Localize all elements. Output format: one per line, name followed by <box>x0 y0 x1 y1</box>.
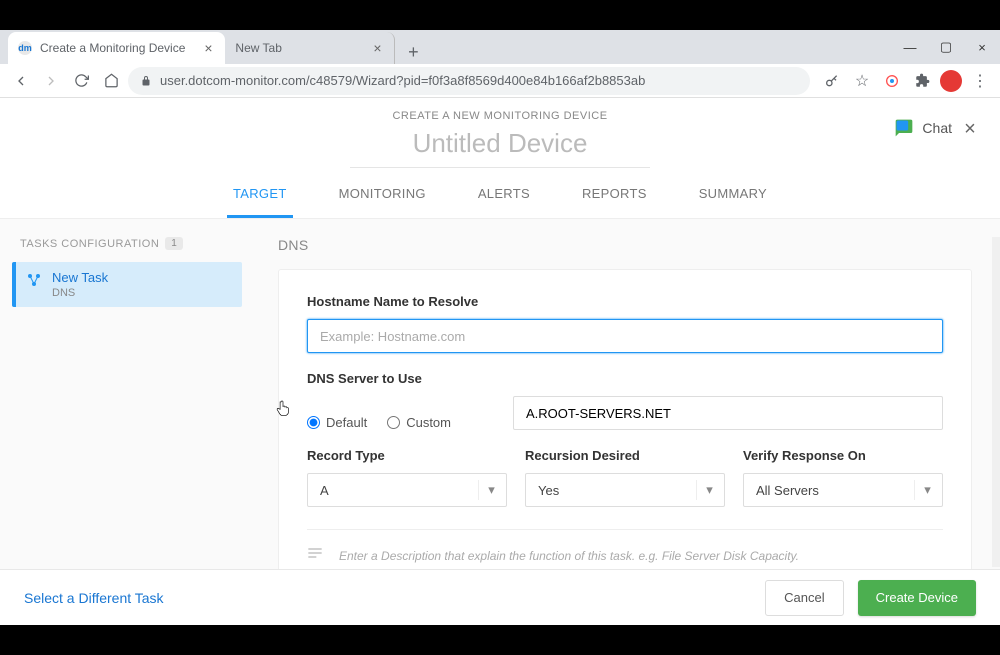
radio-custom[interactable]: Custom <box>387 415 451 430</box>
verify-value: All Servers <box>756 483 819 498</box>
recursion-label: Recursion Desired <box>525 448 725 463</box>
section-title: DNS <box>278 237 972 253</box>
chevron-down-icon: ▾ <box>914 480 934 500</box>
tab-monitoring[interactable]: MONITORING <box>333 186 432 218</box>
tab-target[interactable]: TARGET <box>227 186 293 218</box>
tab-favicon: dm <box>18 41 32 55</box>
chat-label: Chat <box>922 120 952 136</box>
chat-icon <box>894 118 914 138</box>
chat-button[interactable]: Chat <box>894 118 952 138</box>
sidebar-item-new-task[interactable]: New Task DNS <box>12 262 242 307</box>
profile-icon[interactable] <box>940 70 962 92</box>
recursion-select[interactable]: Yes ▾ <box>525 473 725 507</box>
browser-address-bar: user.dotcom-monitor.com/c48579/Wizard?pi… <box>0 64 1000 98</box>
url-text: user.dotcom-monitor.com/c48579/Wizard?pi… <box>160 73 645 88</box>
hostname-input[interactable] <box>307 319 943 353</box>
new-tab-button[interactable]: + <box>401 40 425 64</box>
home-icon[interactable] <box>98 68 124 94</box>
sidebar-heading: TASKS CONFIGURATION 1 <box>12 237 242 262</box>
radio-custom-label: Custom <box>406 415 451 430</box>
footer-bar: Select a Different Task Cancel Create De… <box>0 569 1000 625</box>
tab-title: Create a Monitoring Device <box>40 41 185 55</box>
app-body: TASKS CONFIGURATION 1 New Task DNS DNS H… <box>0 219 1000 569</box>
close-icon[interactable]: × <box>964 30 1000 64</box>
kebab-menu-icon[interactable]: ⋮ <box>968 69 992 93</box>
sidebar-count-badge: 1 <box>165 237 183 250</box>
tab-title: New Tab <box>235 41 281 55</box>
recursion-value: Yes <box>538 483 559 498</box>
chevron-down-icon: ▾ <box>478 480 498 500</box>
radio-custom-input[interactable] <box>387 416 400 429</box>
notes-icon <box>307 546 323 565</box>
browser-tab-inactive[interactable]: New Tab × <box>225 32 395 64</box>
header-label: CREATE A NEW MONITORING DEVICE <box>0 110 1000 122</box>
wizard-tabs: TARGET MONITORING ALERTS REPORTS SUMMARY <box>0 186 1000 219</box>
description-placeholder: Enter a Description that explain the fun… <box>339 549 799 563</box>
lock-icon <box>140 75 152 87</box>
sidebar-item-title: New Task <box>52 270 108 285</box>
tab-summary[interactable]: SUMMARY <box>693 186 773 218</box>
sidebar: TASKS CONFIGURATION 1 New Task DNS <box>0 219 250 569</box>
record-type-value: A <box>320 483 329 498</box>
dns-server-label: DNS Server to Use <box>307 371 943 386</box>
device-title[interactable]: Untitled Device <box>0 128 1000 159</box>
sidebar-heading-text: TASKS CONFIGURATION <box>20 238 159 250</box>
chevron-down-icon: ▾ <box>696 480 716 500</box>
tab-alerts[interactable]: ALERTS <box>472 186 536 218</box>
minimize-icon[interactable]: — <box>892 30 928 64</box>
radio-default-input[interactable] <box>307 416 320 429</box>
form-card: Hostname Name to Resolve DNS Server to U… <box>278 269 972 569</box>
reload-icon[interactable] <box>68 68 94 94</box>
back-icon[interactable] <box>8 68 34 94</box>
sidebar-item-subtitle: DNS <box>52 287 108 299</box>
radio-default-label: Default <box>326 415 367 430</box>
app-header: CREATE A NEW MONITORING DEVICE Untitled … <box>0 98 1000 219</box>
create-device-button[interactable]: Create Device <box>858 580 976 616</box>
cancel-button[interactable]: Cancel <box>765 580 843 616</box>
extension-circle-icon[interactable] <box>880 69 904 93</box>
close-icon[interactable]: × <box>370 41 384 55</box>
record-type-label: Record Type <box>307 448 507 463</box>
description-row[interactable]: Enter a Description that explain the fun… <box>307 529 943 565</box>
dns-server-input[interactable] <box>513 396 943 430</box>
maximize-icon[interactable]: ▢ <box>928 30 964 64</box>
task-icon <box>26 272 42 291</box>
extensions-icon[interactable] <box>910 69 934 93</box>
star-icon[interactable]: ☆ <box>850 69 874 93</box>
scrollbar[interactable] <box>992 237 1000 567</box>
close-icon[interactable]: × <box>201 41 215 55</box>
address-input[interactable]: user.dotcom-monitor.com/c48579/Wizard?pi… <box>128 67 810 95</box>
key-icon[interactable] <box>820 69 844 93</box>
window-controls: — ▢ × <box>892 30 1000 64</box>
radio-default[interactable]: Default <box>307 415 367 430</box>
tab-reports[interactable]: REPORTS <box>576 186 653 218</box>
browser-tab-active[interactable]: dm Create a Monitoring Device × <box>8 32 225 64</box>
verify-label: Verify Response On <box>743 448 943 463</box>
forward-icon <box>38 68 64 94</box>
browser-tab-bar: dm Create a Monitoring Device × New Tab … <box>0 30 1000 64</box>
title-underline <box>350 167 650 168</box>
hostname-label: Hostname Name to Resolve <box>307 294 943 309</box>
record-type-select[interactable]: A ▾ <box>307 473 507 507</box>
main-content: DNS Hostname Name to Resolve DNS Server … <box>250 219 1000 569</box>
verify-select[interactable]: All Servers ▾ <box>743 473 943 507</box>
select-different-task-link[interactable]: Select a Different Task <box>24 590 164 606</box>
close-icon[interactable]: × <box>960 120 980 140</box>
